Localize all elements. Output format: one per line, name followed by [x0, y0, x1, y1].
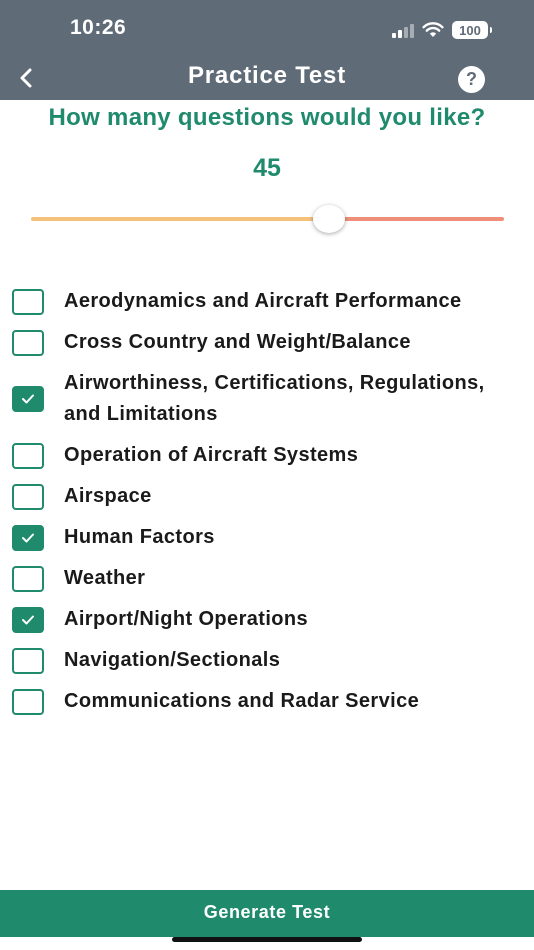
topic-item[interactable]: Cross Country and Weight/Balance — [12, 327, 522, 358]
topic-item[interactable]: Airport/Night Operations — [12, 604, 522, 635]
topic-label: Aerodynamics and Aircraft Performance — [64, 290, 462, 312]
topic-label: Cross Country and Weight/Balance — [64, 331, 411, 353]
topic-item[interactable]: Operation of Aircraft Systems — [12, 440, 522, 471]
topic-label: Navigation/Sectionals — [64, 649, 281, 671]
question-count: 45 — [253, 154, 281, 182]
topic-checkbox[interactable] — [12, 606, 44, 633]
wifi-icon — [422, 22, 444, 37]
checkmark-icon — [22, 533, 34, 542]
question-icon: ? — [466, 69, 477, 89]
slider-track-remaining — [343, 217, 504, 221]
topic-item[interactable]: Communications and Radar Service — [12, 686, 522, 717]
topic-label: Weather — [64, 567, 146, 589]
battery-icon: 100 — [452, 21, 492, 39]
topic-label: Airworthiness, Certifications, Regulatio… — [64, 372, 485, 425]
page-title: Practice Test — [187, 62, 347, 89]
checkmark-icon — [22, 615, 34, 624]
checkmark-icon — [22, 394, 34, 404]
topic-label: Communications and Radar Service — [64, 690, 420, 712]
slider-thumb[interactable] — [313, 205, 345, 233]
status-time: 10:26 — [70, 16, 127, 39]
topic-checkbox[interactable] — [12, 386, 44, 412]
topic-checkbox[interactable] — [12, 442, 44, 469]
header: 10:26 100 Practice Test ? — [0, 0, 534, 100]
topic-checkbox[interactable] — [12, 524, 44, 551]
topic-label: Operation of Aircraft Systems — [64, 444, 359, 466]
topic-item[interactable]: Airspace — [12, 481, 522, 512]
topic-label: Human Factors — [64, 526, 215, 548]
nav-bar: Practice Test ? — [0, 56, 534, 100]
generate-test-button[interactable]: Generate Test — [0, 890, 534, 937]
topic-checkbox[interactable] — [12, 688, 44, 715]
topic-checkbox[interactable] — [12, 565, 44, 592]
topic-item[interactable]: Airworthiness, Certifications, Regulatio… — [12, 368, 522, 430]
topic-item[interactable]: Human Factors — [12, 522, 522, 553]
topic-list: Aerodynamics and Aircraft Performance Cro… — [12, 286, 522, 727]
topic-checkbox[interactable] — [12, 483, 44, 510]
help-button[interactable]: ? — [458, 66, 485, 93]
topic-checkbox[interactable] — [12, 647, 44, 674]
question-count-slider[interactable] — [31, 205, 504, 235]
topic-item[interactable]: Navigation/Sectionals — [12, 645, 522, 676]
topic-item[interactable]: Aerodynamics and Aircraft Performance — [12, 286, 522, 317]
topic-label: Airspace — [64, 485, 152, 507]
question-heading: How many questions would you like? — [48, 104, 486, 131]
cellular-signal-icon — [392, 22, 414, 38]
status-bar: 10:26 100 — [0, 0, 534, 56]
topic-checkbox[interactable] — [12, 329, 44, 356]
home-indicator — [172, 937, 362, 942]
status-icons: 100 — [392, 18, 492, 42]
topic-checkbox[interactable] — [12, 288, 44, 315]
topic-label: Airport/Night Operations — [64, 608, 309, 630]
topic-item[interactable]: Weather — [12, 563, 522, 594]
slider-track-filled — [31, 217, 315, 221]
